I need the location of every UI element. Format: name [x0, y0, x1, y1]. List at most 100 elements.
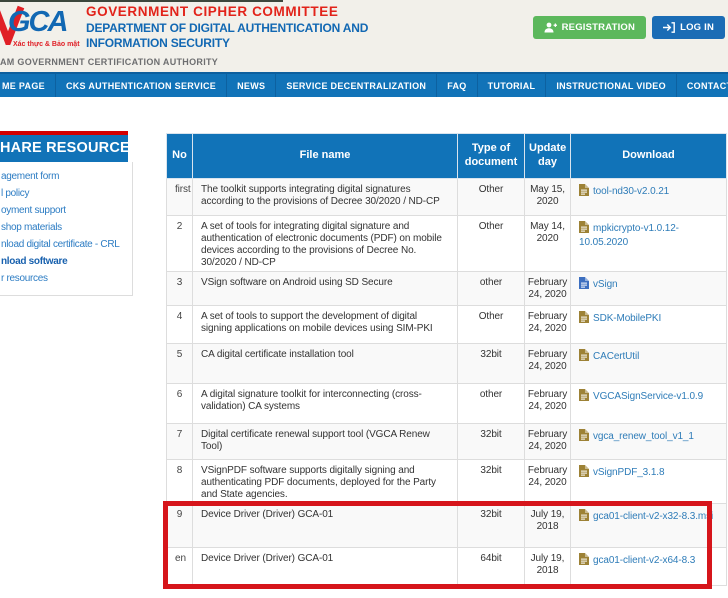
doc-type: 32bit: [457, 423, 525, 460]
download-cell: vgca_renew_tool_v1_1: [570, 423, 727, 460]
row-no: 4: [166, 305, 193, 344]
row-no: first: [166, 178, 193, 216]
file-icon: [579, 389, 589, 405]
download-link[interactable]: CACertUtil: [593, 351, 639, 362]
doc-type: 32bit: [457, 503, 525, 548]
update-date: February 24, 2020: [524, 383, 571, 424]
update-date: February 24, 2020: [524, 305, 571, 344]
table-row: 8 VSignPDF software supports digitally si…: [166, 459, 727, 504]
file-name: The toolkit supports integrating digital…: [192, 178, 458, 216]
download-cell: vSignPDF_3.1.8: [570, 459, 727, 504]
update-date: May 14, 2020: [524, 215, 571, 272]
sidebar: HARE RESOURCES agement form l policy oymen…: [0, 131, 133, 296]
row-no: 2: [166, 215, 193, 272]
update-date: February 24, 2020: [524, 423, 571, 460]
page-header: GCA Xác thực & Bảo mật GOVERNMENT CIPHER…: [0, 0, 728, 72]
file-name: VSignPDF software supports digitally sig…: [192, 459, 458, 504]
login-button[interactable]: LOG IN: [652, 16, 725, 39]
file-icon: [579, 429, 589, 445]
download-link[interactable]: vSign: [593, 279, 618, 290]
download-cell: VGCASignService-v1.0.9: [570, 383, 727, 424]
column-header-update-day: Update day: [524, 133, 571, 179]
download-cell: gca01-client-v2-x32-8.3.msi: [570, 503, 727, 548]
update-date: February 24, 2020: [524, 343, 571, 384]
update-date: February 24, 2020: [524, 459, 571, 504]
table-row: first The toolkit supports integrating di…: [166, 178, 727, 216]
file-icon: [579, 277, 589, 293]
column-header-no: No: [166, 133, 193, 179]
file-name: A set of tools to support the developmen…: [192, 305, 458, 344]
sidebar-item-nload-software[interactable]: nload software: [0, 253, 132, 270]
sidebar-item-l-policy[interactable]: l policy: [0, 185, 132, 202]
row-no: 5: [166, 343, 193, 384]
download-link[interactable]: mpkicrypto-v1.0.12-10.05.2020: [579, 223, 679, 248]
person-plus-icon: [544, 22, 557, 33]
download-cell: CACertUtil: [570, 343, 727, 384]
table-row: 2A set of tools for integrating digital …: [166, 215, 727, 272]
file-icon: [579, 221, 589, 237]
download-link[interactable]: gca01-client-v2-x64-8.3: [593, 555, 695, 566]
download-link[interactable]: SDK-MobilePKI: [593, 313, 661, 324]
download-cell: tool-nd30-v2.0.21: [570, 178, 727, 216]
file-icon: [579, 553, 589, 569]
nav-item-news[interactable]: NEWS: [227, 74, 277, 97]
nav-item-faq[interactable]: FAQ: [437, 74, 478, 97]
file-icon: [579, 465, 589, 481]
file-name: Device Driver (Driver) GCA-01: [192, 547, 458, 586]
download-cell: SDK-MobilePKI: [570, 305, 727, 344]
doc-type: Other: [457, 178, 525, 216]
sidebar-item-nload-digital-certificate-crl[interactable]: nload digital certificate - CRL: [0, 236, 132, 253]
file-name: A set of tools for integrating digital s…: [192, 215, 458, 272]
table-row: 6A digital signature toolkit for interco…: [166, 383, 727, 424]
column-header-file-name: File name: [192, 133, 458, 179]
download-cell: mpkicrypto-v1.0.12-10.05.2020: [570, 215, 727, 272]
download-link[interactable]: vgca_renew_tool_v1_1: [593, 431, 694, 442]
column-header-download: Download: [570, 133, 727, 179]
update-date: May 15, 2020: [524, 178, 571, 216]
sidebar-item-oyment-support[interactable]: oyment support: [0, 202, 132, 219]
row-no: en: [166, 547, 193, 586]
download-link[interactable]: tool-nd30-v2.0.21: [593, 186, 669, 197]
nav-item-contact[interactable]: CONTACT: [677, 74, 728, 97]
file-icon: [579, 184, 589, 200]
download-link[interactable]: gca01-client-v2-x32-8.3.msi: [593, 511, 713, 522]
nav-item-cks-authentication-service[interactable]: CKS AUTHENTICATION SERVICE: [56, 74, 228, 97]
nav-item-instructional-video[interactable]: INSTRUCTIONAL VIDEO: [546, 74, 677, 97]
download-cell: vSign: [570, 271, 727, 306]
committee-title: GOVERNMENT CIPHER COMMITTEE: [86, 4, 339, 19]
header-buttons: REGISTRATION LOG IN: [532, 16, 725, 39]
row-no: 8: [166, 459, 193, 504]
file-icon: [579, 509, 589, 525]
department-title-line2: INFORMATION SECURITY: [86, 36, 230, 50]
row-no: 9: [166, 503, 193, 548]
column-header-type-of-document: Type of document: [457, 133, 525, 179]
sidebar-item-r-resources[interactable]: r resources: [0, 270, 132, 287]
download-link[interactable]: vSignPDF_3.1.8: [593, 467, 665, 478]
file-icon: [579, 349, 589, 365]
download-cell: gca01-client-v2-x64-8.3: [570, 547, 727, 586]
downloads-table: No File name Type of document Update day Dow…: [166, 133, 727, 586]
nav-item-me-page[interactable]: ME PAGE: [0, 74, 56, 97]
download-link[interactable]: VGCASignService-v1.0.9: [593, 391, 703, 402]
vgca-logo[interactable]: GCA Xác thực & Bảo mật: [0, 3, 86, 55]
sidebar-item-agement-form[interactable]: agement form: [0, 168, 132, 185]
file-name: VSign software on Android using SD Secur…: [192, 271, 458, 306]
nav-item-tutorial[interactable]: TUTORIAL: [478, 74, 547, 97]
login-arrow-icon: [663, 22, 675, 33]
file-name: Device Driver (Driver) GCA-01: [192, 503, 458, 548]
update-date: July 19, 2018: [524, 503, 571, 548]
table-row: 5 CA digital certificate installation too…: [166, 343, 727, 384]
registration-button[interactable]: REGISTRATION: [532, 16, 647, 39]
main-nav: ME PAGE CKS AUTHENTICATION SERVICE NEWS SER…: [0, 72, 728, 97]
table-row: 4A set of tools to support the developme…: [166, 305, 727, 344]
top-edge-strip: [0, 0, 283, 2]
sidebar-item-shop-materials[interactable]: shop materials: [0, 219, 132, 236]
file-name: Digital certificate renewal support tool…: [192, 423, 458, 460]
downloads-table-body: first The toolkit supports integrating di…: [166, 178, 727, 586]
doc-type: 32bit: [457, 343, 525, 384]
file-name: CA digital certificate installation tool: [192, 343, 458, 384]
nav-item-service-decentralization[interactable]: SERVICE DECENTRALIZATION: [276, 74, 438, 97]
doc-type: Other: [457, 215, 525, 272]
row-no: 6: [166, 383, 193, 424]
row-no: 7: [166, 423, 193, 460]
